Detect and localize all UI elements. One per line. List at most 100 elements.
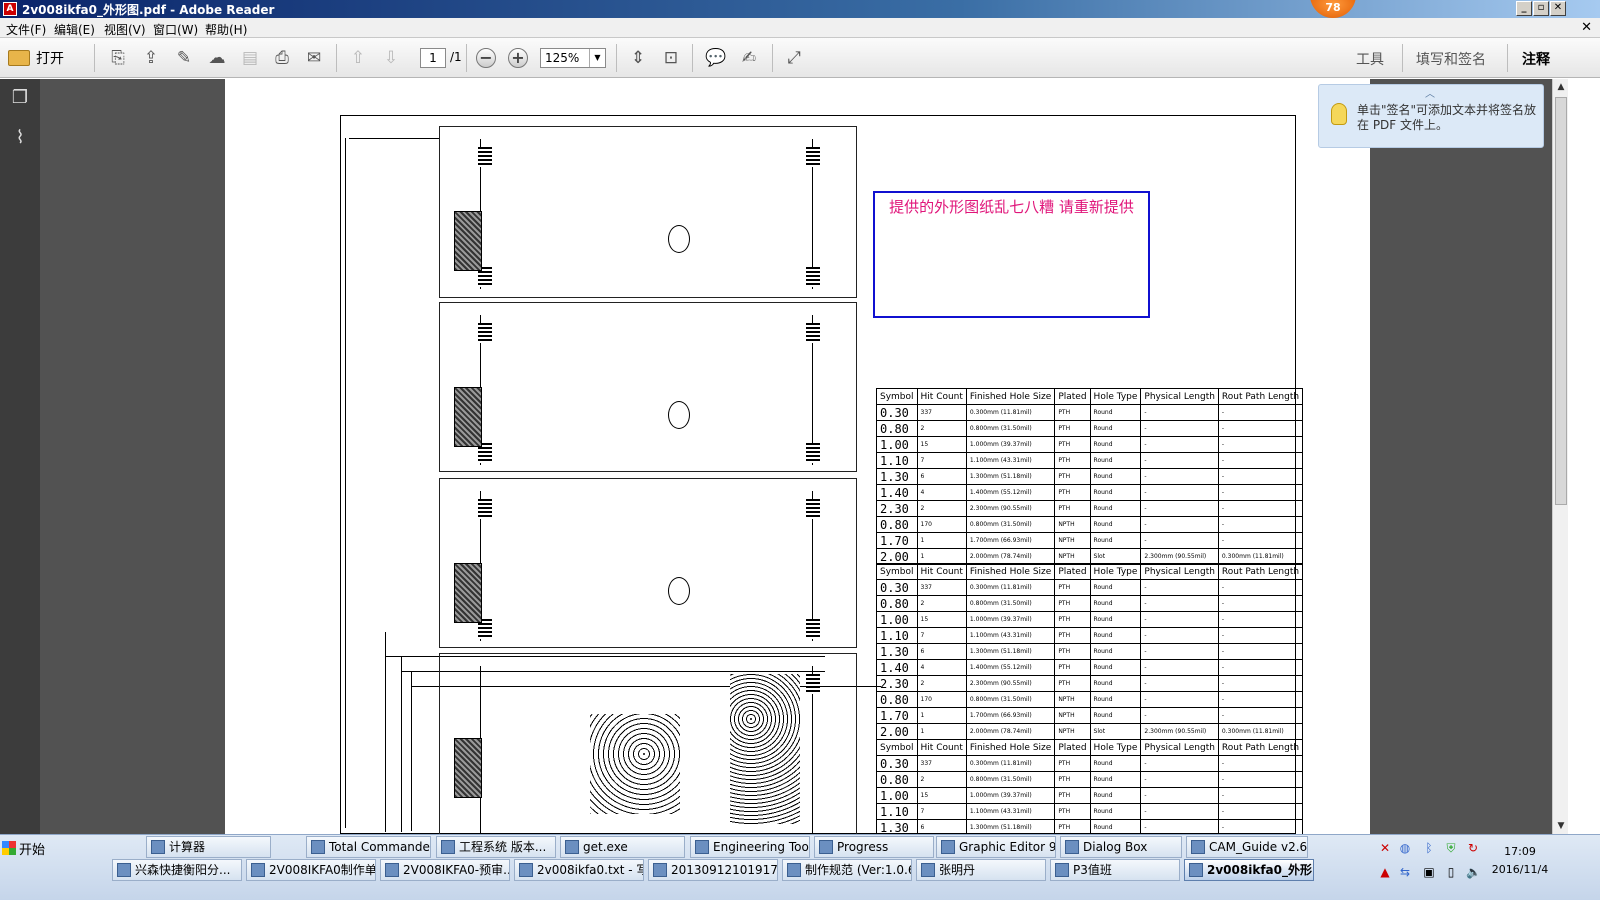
previous-page-icon[interactable]: ⇧: [346, 46, 370, 70]
chevron-down-icon[interactable]: ▼: [589, 49, 605, 67]
taskbar-button[interactable]: 计算器: [146, 836, 271, 858]
scroll-up-icon[interactable]: ▲: [1553, 79, 1569, 95]
menu-view[interactable]: 视图(V): [104, 21, 146, 38]
table-cell: Round: [1089, 611, 1142, 628]
taskbar-button[interactable]: 2V008IKFA0制作单...: [246, 859, 376, 881]
sync-icon[interactable]: ⇆: [1398, 865, 1412, 879]
zoom-out-button[interactable]: −: [476, 48, 496, 68]
vertical-scrollbar[interactable]: ▲ ▼: [1552, 79, 1568, 834]
upload-icon[interactable]: ☁: [205, 46, 229, 70]
attachments-icon[interactable]: ⌇: [9, 127, 31, 149]
taskbar-button[interactable]: Graphic Editor 9.0...: [936, 836, 1056, 858]
table-cell: PTH: [1054, 484, 1091, 501]
taskbar-button[interactable]: 制作规范 (Ver:1.0.6): [782, 859, 912, 881]
navigation-pane: ❐ ⌇: [0, 79, 40, 834]
display-icon[interactable]: ▣: [1422, 865, 1436, 879]
table-cell: 2.300mm (90.55mil): [1140, 723, 1219, 740]
scroll-mode-icon[interactable]: ⇕: [626, 46, 650, 70]
table-cell: 337: [916, 755, 967, 772]
drill-table: Symbol Hit Count Finished Hole Size Plated H…: [876, 739, 1304, 834]
taskbar-button[interactable]: 兴森快捷衡阳分...: [112, 859, 242, 881]
taskbar-button[interactable]: 张明丹: [916, 859, 1046, 881]
fill-sign-pane-button[interactable]: 填写和签名: [1416, 49, 1486, 69]
network-icon[interactable]: ◍: [1398, 841, 1412, 855]
table-cell: 6: [916, 819, 967, 834]
export-pdf-icon[interactable]: ⇪: [139, 46, 163, 70]
next-page-icon[interactable]: ⇩: [379, 46, 403, 70]
open-button[interactable]: 打开: [8, 46, 64, 70]
pad-group: [478, 499, 492, 519]
collapse-chevron-icon[interactable]: ︿: [1425, 85, 1435, 100]
menu-edit[interactable]: 编辑(E): [54, 21, 95, 38]
clock[interactable]: 17:09 2016/11/4: [1485, 843, 1555, 879]
menu-file[interactable]: 文件(F): [6, 21, 46, 38]
print-icon[interactable]: ⎙: [270, 46, 294, 70]
comment-pane-button[interactable]: 注释: [1522, 49, 1550, 69]
taskbar-button[interactable]: Dialog Box: [1060, 836, 1182, 858]
column-header: Hole Type: [1089, 739, 1142, 756]
taskbar-button[interactable]: 工程系统 版本...: [436, 836, 556, 858]
email-icon[interactable]: ✉: [302, 46, 326, 70]
zoom-select[interactable]: 125% ▼: [540, 48, 606, 68]
page-total: /1: [450, 50, 462, 64]
signature-tip-popup: ︿ 单击"签名"可添加文本并将签名放在 PDF 文件上。: [1318, 84, 1544, 148]
taskbar-button[interactable]: Total Commander ...: [306, 836, 431, 858]
table-cell: -: [1140, 404, 1219, 421]
fit-page-icon[interactable]: ⊡: [659, 46, 683, 70]
close-x-icon[interactable]: ✕: [1378, 841, 1392, 855]
clock-time: 17:09: [1504, 845, 1536, 858]
bluetooth-icon[interactable]: ᛒ: [1422, 841, 1436, 855]
page-thumbnails-icon[interactable]: ❐: [9, 87, 31, 109]
highlight-icon[interactable]: ✍: [737, 46, 761, 70]
scroll-down-icon[interactable]: ▼: [1553, 818, 1569, 834]
start-button[interactable]: 开始: [2, 837, 48, 859]
document-viewer[interactable]: 提供的外形图纸乱七八糟 请重新提供 Symbol Hit Count Finishe…: [40, 79, 1552, 834]
antivirus-icon[interactable]: ▲: [1378, 865, 1392, 879]
table-cell: 0.80: [876, 516, 918, 533]
taskbar-button[interactable]: P3值班: [1050, 859, 1180, 881]
comment-annotation[interactable]: 提供的外形图纸乱七八糟 请重新提供: [873, 191, 1150, 318]
page-number-input[interactable]: 1: [420, 48, 446, 68]
column-header: Symbol: [876, 563, 918, 580]
table-cell: 15: [916, 787, 967, 804]
taskbar-button[interactable]: 2v008ikfa0.txt - 写...: [514, 859, 644, 881]
create-pdf-icon[interactable]: ⎘: [106, 46, 130, 70]
comment-bubble-icon[interactable]: 💬: [704, 46, 728, 70]
table-cell: 337: [916, 404, 967, 421]
volume-icon[interactable]: 🔈: [1466, 865, 1481, 879]
table-cell: PTH: [1054, 468, 1091, 485]
taskbar-button[interactable]: 2v008ikfa0_外形...: [1184, 859, 1314, 881]
taskbar-button-label: 工程系统 版本...: [459, 840, 547, 854]
minimize-button[interactable]: _: [1516, 1, 1532, 16]
menu-help[interactable]: 帮助(H): [205, 21, 247, 38]
menu-window[interactable]: 窗口(W): [153, 21, 198, 38]
table-cell: -: [1140, 659, 1219, 676]
battery-icon[interactable]: ▯: [1444, 865, 1458, 879]
save-icon[interactable]: ▤: [238, 46, 262, 70]
edit-pdf-icon[interactable]: ✎: [172, 46, 196, 70]
document-close-icon[interactable]: ✕: [1581, 20, 1592, 35]
taskbar-button[interactable]: CAM_Guide v2.60: [1186, 836, 1308, 858]
taskbar-button[interactable]: get.exe: [560, 836, 685, 858]
table-cell: 1: [916, 723, 967, 740]
table-row: 1.30 6 1.300mm (51.18mil) PTH Round - -: [876, 468, 1304, 485]
component-footprint: [454, 563, 482, 623]
taskbar-button[interactable]: 201309121019173...: [648, 859, 778, 881]
taskbar-button[interactable]: Progress: [814, 836, 934, 858]
scrollbar-thumb[interactable]: [1555, 97, 1567, 505]
update-icon[interactable]: ↻: [1466, 841, 1480, 855]
shield-icon[interactable]: ⛨: [1444, 841, 1458, 855]
close-button[interactable]: ✕: [1550, 1, 1566, 16]
taskbar-button[interactable]: 2V008IKFA0-预审...: [380, 859, 510, 881]
tools-pane-button[interactable]: 工具: [1356, 49, 1384, 69]
zoom-in-button[interactable]: +: [508, 48, 528, 68]
table-cell: -: [1140, 595, 1219, 612]
taskbar-button[interactable]: Engineering Toolki...: [690, 836, 810, 858]
full-screen-icon[interactable]: ⤢: [782, 46, 806, 70]
table-cell: PTH: [1054, 627, 1091, 644]
maximize-button[interactable]: ▫: [1533, 1, 1549, 16]
table-cell: -: [1217, 404, 1304, 421]
table-cell: -: [1217, 787, 1304, 804]
table-cell: 7: [916, 803, 967, 820]
table-cell: Round: [1089, 516, 1142, 533]
